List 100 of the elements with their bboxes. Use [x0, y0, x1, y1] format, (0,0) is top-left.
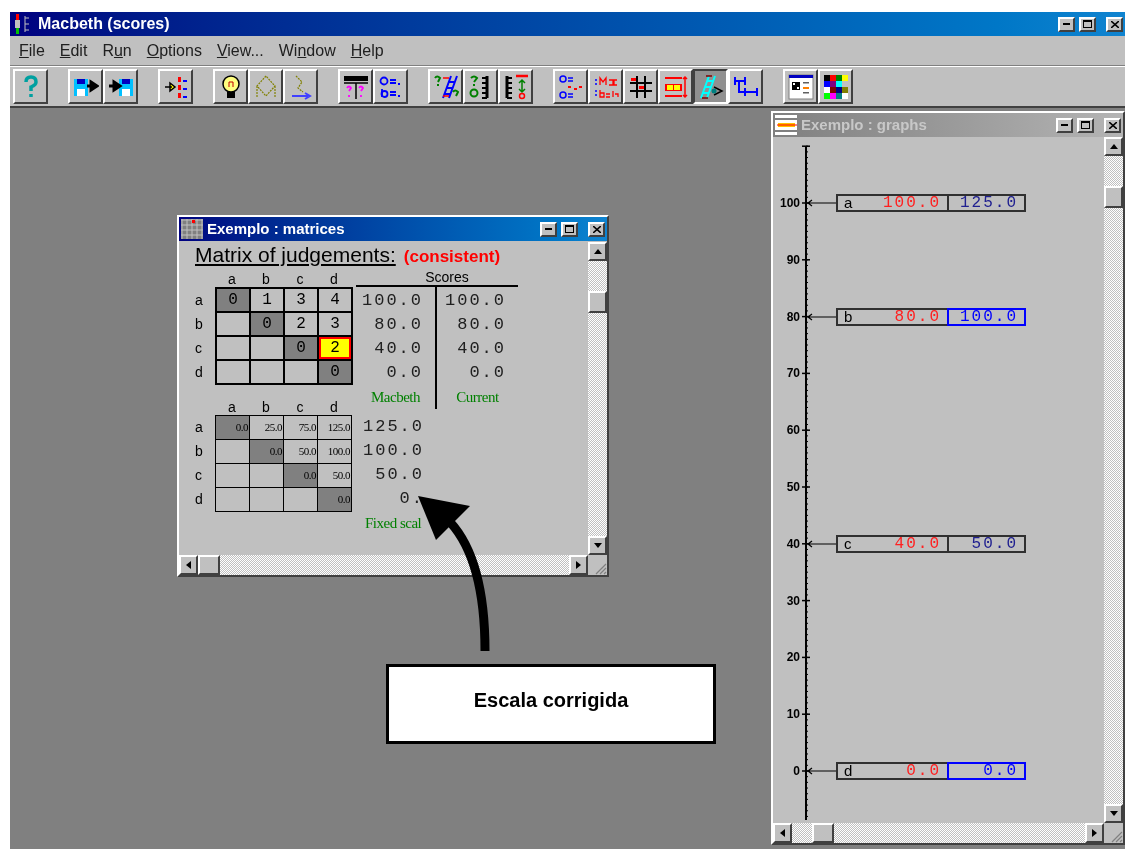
- minimize-button[interactable]: [1058, 16, 1075, 32]
- matrix-cell[interactable]: 0: [251, 313, 283, 335]
- matrix-cell[interactable]: 2: [285, 313, 317, 335]
- toolbar-button[interactable]: [693, 69, 728, 104]
- matrix-cell[interactable]: 75.0: [284, 416, 317, 439]
- score-value: 0.0: [385, 362, 424, 385]
- window-layout-icon: [787, 73, 814, 100]
- menu-item[interactable]: File: [19, 38, 45, 63]
- current-score-box[interactable]: 50.0: [947, 534, 1026, 553]
- scroll-thumb[interactable]: [1104, 186, 1123, 208]
- current-score-box[interactable]: 125.0: [947, 194, 1026, 212]
- maximize-button[interactable]: [561, 221, 578, 237]
- matrix-cell[interactable]: [217, 337, 249, 359]
- maximize-icon: [1083, 20, 1092, 28]
- matrix-cell[interactable]: 125.0: [318, 416, 351, 439]
- matrix-cell[interactable]: [216, 464, 249, 487]
- up-arrow-icon: [593, 249, 602, 254]
- close-button[interactable]: [588, 221, 605, 237]
- score-value: 50.0: [374, 464, 425, 487]
- matrix-cell[interactable]: 0.0: [216, 416, 249, 439]
- current-score: 0.0: [983, 764, 1018, 778]
- right-arrow-icon: [1092, 829, 1097, 837]
- tick-label: 30: [785, 593, 800, 608]
- right-arrow-icon: [576, 561, 581, 569]
- matrix-cell[interactable]: 100.0: [318, 440, 351, 463]
- vertical-scrollbar[interactable]: [588, 242, 607, 555]
- menu-item[interactable]: Help: [350, 38, 384, 63]
- matrix-cell[interactable]: 25.0: [250, 416, 283, 439]
- close-button[interactable]: [1106, 16, 1123, 32]
- score-value: 125.0: [362, 416, 425, 439]
- matrix-heading: Matrix of judgements:: [195, 242, 396, 268]
- matrix-cell[interactable]: 50.0: [318, 464, 351, 487]
- maximize-button[interactable]: [1079, 16, 1096, 32]
- matrix-cell[interactable]: [251, 337, 283, 359]
- minimize-icon: [1061, 123, 1068, 127]
- matrix-cell[interactable]: 1: [251, 289, 283, 311]
- column-header: c: [295, 399, 305, 415]
- matrix-cell[interactable]: 0: [285, 337, 317, 359]
- window-title: Exemplo : graphs: [801, 114, 927, 135]
- horizontal-scrollbar[interactable]: [773, 823, 1104, 843]
- maximize-icon: [1081, 121, 1090, 129]
- menu-item[interactable]: Run: [102, 38, 132, 63]
- current-score-box[interactable]: 100.0: [947, 307, 1026, 326]
- matrix-cell[interactable]: 4: [319, 289, 351, 311]
- menu-item[interactable]: View...: [216, 38, 264, 63]
- matrix-cell[interactable]: 50.0: [284, 440, 317, 463]
- matrix-cell[interactable]: 0: [217, 289, 249, 311]
- matrix-cell[interactable]: 0.0: [318, 488, 351, 511]
- column-header: d: [329, 271, 339, 287]
- matrix-cell[interactable]: [251, 361, 283, 383]
- horizontal-scrollbar[interactable]: [179, 555, 588, 575]
- dotted-marks-icon: [592, 73, 619, 100]
- matrix-cell[interactable]: 0.0: [250, 440, 283, 463]
- tick-label: 50: [785, 480, 800, 494]
- close-button[interactable]: [1104, 117, 1121, 133]
- scroll-thumb[interactable]: [588, 291, 607, 313]
- minimize-button[interactable]: [1056, 117, 1073, 133]
- current-score-box[interactable]: 0.0: [947, 762, 1026, 780]
- macbeth-score: 80.0: [894, 309, 941, 324]
- close-icon: [592, 225, 601, 233]
- option-box[interactable]: d 0.0: [836, 762, 949, 780]
- scroll-thumb[interactable]: [198, 555, 220, 575]
- consistency-status: (consistent): [403, 246, 501, 268]
- pointer-arrow: [807, 539, 837, 548]
- matrix-cell[interactable]: 2: [319, 337, 351, 359]
- matrix-cell[interactable]: [250, 488, 283, 511]
- option-label: c: [844, 536, 852, 551]
- matrix-cell[interactable]: [250, 464, 283, 487]
- matrix-cell[interactable]: 3: [285, 289, 317, 311]
- matrix-cell[interactable]: [217, 313, 249, 335]
- matrix-cell[interactable]: [217, 361, 249, 383]
- resize-grip-icon: [1111, 831, 1123, 843]
- matrix-cell[interactable]: [284, 488, 317, 511]
- window-title: Exemplo : matrices: [207, 218, 345, 239]
- option-box[interactable]: a 100.0: [836, 194, 949, 212]
- grid-icon: [627, 73, 654, 100]
- menu-item[interactable]: Window: [278, 38, 336, 63]
- grid-icon: [181, 219, 203, 239]
- option-box[interactable]: b 80.0: [836, 307, 949, 326]
- matrix-cell[interactable]: 0.0: [284, 464, 317, 487]
- minimize-button[interactable]: [540, 221, 557, 237]
- macbeth-score: 100.0: [883, 196, 941, 210]
- menu-item[interactable]: Options: [146, 38, 202, 63]
- tick-label: 80: [785, 309, 800, 324]
- scroll-thumb[interactable]: [812, 823, 834, 843]
- window-title: Macbeth (scores): [38, 14, 170, 34]
- matrix-cell[interactable]: 0: [319, 361, 351, 383]
- score-value: 80.0: [373, 314, 424, 337]
- scores-title: Scores: [424, 270, 469, 285]
- matrix-cell[interactable]: [216, 488, 249, 511]
- matrix-cell[interactable]: [216, 440, 249, 463]
- matrix-cell[interactable]: [285, 361, 317, 383]
- column-header: c: [295, 271, 305, 287]
- option-box[interactable]: c 40.0: [836, 534, 949, 553]
- maximize-button[interactable]: [1077, 117, 1094, 133]
- menu-item[interactable]: Edit: [59, 38, 88, 63]
- matrix-cell[interactable]: 3: [319, 313, 351, 335]
- vertical-scrollbar[interactable]: [1104, 137, 1123, 823]
- tick-label: 90: [785, 252, 800, 267]
- score-value: 100.0: [362, 440, 425, 463]
